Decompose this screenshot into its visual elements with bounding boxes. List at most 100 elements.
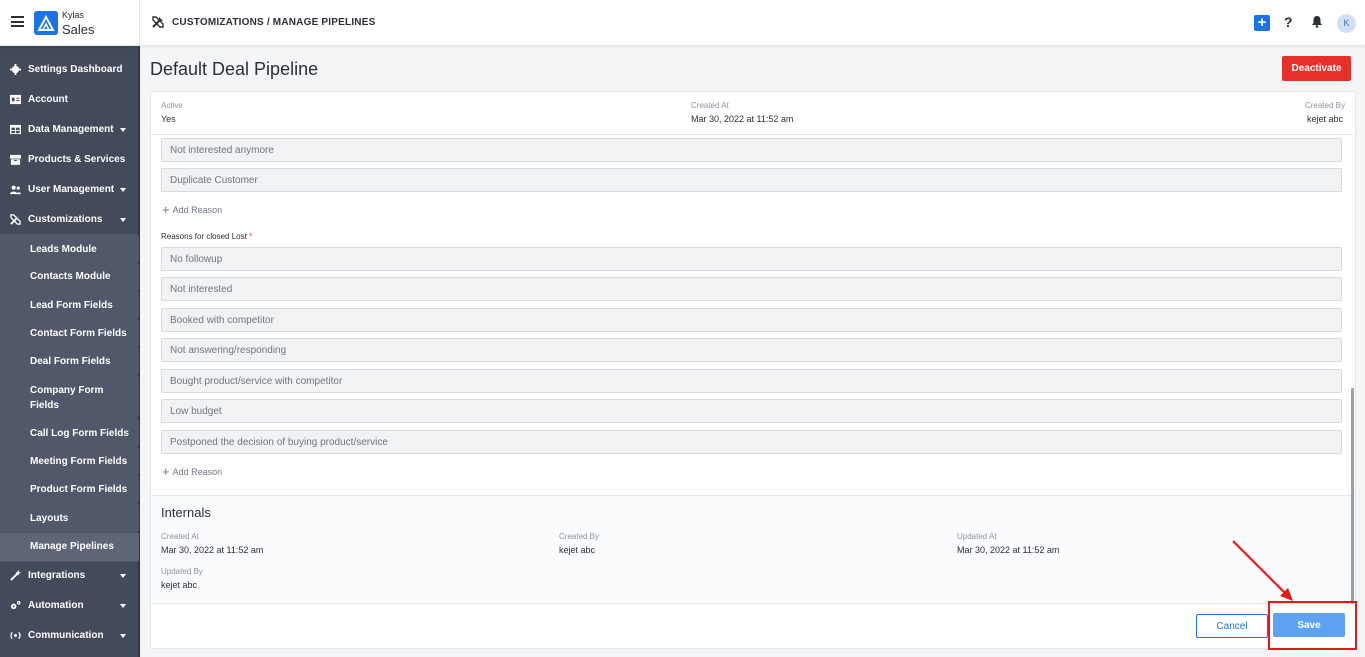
sidebar-subitem-label: Call Log Form Fields [30, 428, 129, 439]
sidebar-subitem-label: Layouts [30, 513, 69, 524]
cancel-button[interactable]: Cancel [1196, 614, 1268, 638]
internals-created-at-value: Mar 30, 2022 at 11:52 am [161, 545, 264, 555]
lost-reason-input[interactable] [161, 430, 1342, 454]
sidebar-item-label: Integrations [28, 570, 86, 581]
created-at-label: Created At [691, 101, 729, 110]
internals-title: Internals [161, 505, 211, 520]
sidebar-item-settings-dashboard[interactable]: Settings Dashboard [0, 55, 139, 85]
sidebar-item-label: User Management [28, 184, 115, 195]
sidebar-subitem-leads-module[interactable]: Leads Module [0, 236, 139, 262]
lost-reasons-label: Reasons for closed Lost * [161, 232, 252, 241]
sidebar-item-label: Settings Dashboard [28, 64, 123, 75]
user-avatar[interactable]: K [1337, 14, 1356, 33]
sidebar-subitem-meeting-form-fields[interactable]: Meeting Form Fields [0, 448, 139, 474]
sidebar-item-integrations[interactable]: Integrations [0, 561, 139, 591]
chevron-down-icon [120, 188, 126, 192]
lost-reason-input[interactable] [161, 247, 1342, 271]
created-at-value: Mar 30, 2022 at 11:52 am [691, 114, 794, 124]
box-icon [10, 154, 21, 165]
chevron-down-icon [120, 574, 126, 578]
sidebar-subitem-label: Leads Module [30, 244, 97, 255]
sidebar-item-label: Customizations [28, 214, 103, 225]
footer-divider [151, 603, 1355, 604]
help-icon[interactable]: ? [1284, 14, 1293, 30]
plus-icon: + [162, 202, 170, 217]
chevron-down-icon [120, 634, 126, 638]
internals-updated-at-label: Updated At [957, 532, 997, 541]
sidebar-subitem-contact-form-fields[interactable]: Contact Form Fields [0, 320, 139, 346]
sidebar-subitem-label: Lead Form Fields [30, 300, 113, 311]
lost-reason-input[interactable] [161, 399, 1342, 423]
sidebar-subitem-contacts-module[interactable]: Contacts Module [0, 264, 139, 290]
sidebar-item-communication[interactable]: Communication [0, 621, 139, 651]
lost-reason-input[interactable] [161, 369, 1342, 393]
sidebar-subitem-company-form-fields[interactable]: Company Form Fields [0, 377, 139, 417]
sidebar-subitem-layouts[interactable]: Layouts [0, 505, 139, 531]
brand-name: Kylas [62, 10, 85, 20]
required-mark: * [249, 232, 253, 241]
lost-reason-input[interactable] [161, 338, 1342, 362]
quick-add-button[interactable]: + [1254, 15, 1270, 31]
sidebar-subitem-label: Product Form Fields [30, 484, 128, 495]
sidebar-item-data-management[interactable]: Data Management [0, 115, 139, 145]
content-scrollbar[interactable] [1351, 388, 1354, 604]
lost-reason-input[interactable] [161, 308, 1342, 332]
sidebar-subitem-manage-pipelines[interactable]: Manage Pipelines [0, 533, 139, 561]
tools-icon [10, 214, 21, 225]
sidebar-subitem-label: Meeting Form Fields [30, 456, 128, 467]
won-reason-input[interactable] [161, 168, 1342, 192]
sidebar-subitem-label: Manage Pipelines [30, 541, 114, 552]
menu-icon[interactable] [11, 16, 24, 27]
page-title: Default Deal Pipeline [150, 59, 319, 79]
sidebar-item-customizations[interactable]: Customizations [0, 205, 139, 235]
lost-reason-input[interactable] [161, 277, 1342, 301]
lost-reasons-label-text: Reasons for closed Lost [161, 232, 247, 241]
chevron-down-icon [120, 128, 126, 132]
sidebar-subitem-label: Deal Form Fields [30, 356, 111, 367]
active-label: Active [161, 101, 183, 110]
sidebar-subitem-call-log-form-fields[interactable]: Call Log Form Fields [0, 420, 139, 446]
sidebar-subitem-deal-form-fields[interactable]: Deal Form Fields [0, 348, 139, 374]
sidebar-item-label: Account [28, 94, 68, 105]
bell-icon[interactable] [1311, 15, 1323, 28]
add-lost-reason-button[interactable]: + Add Reason [162, 464, 222, 479]
sidebar-subitem-label: Contact Form Fields [30, 328, 127, 339]
won-reason-input[interactable] [161, 138, 1342, 162]
add-reason-label: Add Reason [172, 467, 223, 477]
breadcrumb: CUSTOMIZATIONS / MANAGE PIPELINES [172, 17, 376, 28]
active-value: Yes [161, 114, 176, 124]
annotation-arrow-icon [1232, 540, 1293, 601]
add-won-reason-button[interactable]: + Add Reason [162, 202, 222, 217]
internals-created-at-label: Created At [161, 532, 199, 541]
wand-icon [10, 570, 21, 581]
kylas-logo [34, 11, 58, 35]
users-icon [10, 185, 21, 195]
internals-created-by-value: kejet abc [559, 545, 596, 555]
internals-section [151, 496, 1355, 603]
internals-created-by-label: Created By [559, 532, 600, 541]
sidebar-item-label: Products & Services [28, 154, 126, 165]
deactivate-button[interactable]: Deactivate [1282, 56, 1351, 81]
sidebar-subitem-product-form-fields[interactable]: Product Form Fields [0, 476, 139, 502]
internals-updated-by-label: Updated By [161, 567, 203, 576]
gear-icon [10, 64, 21, 75]
add-reason-label: Add Reason [172, 205, 223, 215]
created-by-label: Created By [1304, 101, 1345, 110]
internals-updated-at-value: Mar 30, 2022 at 11:52 am [957, 545, 1060, 555]
brand-product: Sales [62, 22, 95, 37]
plus-icon: + [162, 464, 170, 479]
chevron-down-icon [120, 218, 126, 222]
sidebar-subitem-lead-form-fields[interactable]: Lead Form Fields [0, 292, 139, 318]
created-by-value: kejet abc [1306, 114, 1343, 124]
sidebar-item-label: Automation [28, 600, 84, 611]
table-icon [10, 124, 21, 135]
internals-updated-by-value: kejet abc [161, 580, 198, 590]
sidebar-item-products-services[interactable]: Products & Services [0, 145, 139, 175]
broadcast-icon [10, 631, 21, 640]
cogs-icon [10, 600, 21, 610]
tools-icon [152, 16, 164, 28]
sidebar-item-user-management[interactable]: User Management [0, 175, 139, 205]
sidebar-item-account[interactable]: Account [0, 85, 139, 115]
sidebar-subitem-label: Company Form Fields [30, 385, 104, 411]
sidebar-item-automation[interactable]: Automation [0, 591, 139, 621]
